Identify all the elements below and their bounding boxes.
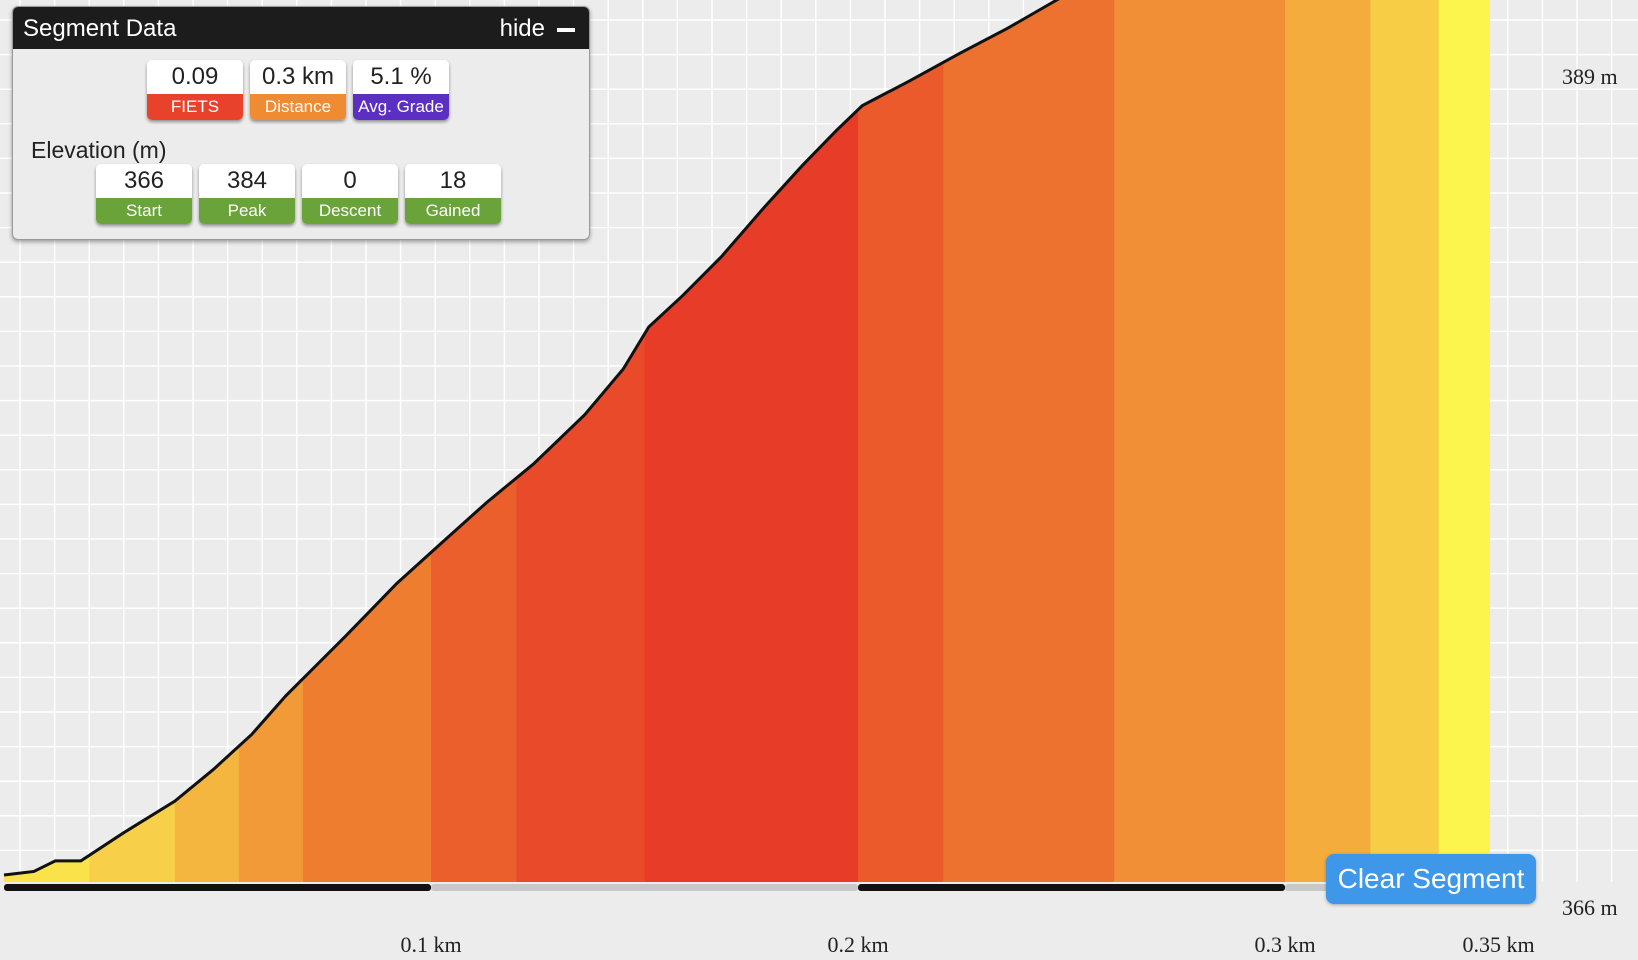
- x-tick-label-1: 0.2 km: [827, 932, 888, 957]
- y-tick-bottom: 366 m: [1562, 895, 1618, 920]
- grade-band-8: [858, 0, 944, 882]
- start-elevation-label: Start: [96, 198, 192, 224]
- gained-stat: 18 Gained: [405, 164, 501, 224]
- x-tick-label-0: 0.1 km: [400, 932, 461, 957]
- grade-band-7: [644, 0, 859, 882]
- descent-label: Descent: [302, 198, 398, 224]
- gained-value: 18: [405, 164, 501, 198]
- start-elevation-stat: 366 Start: [96, 164, 192, 224]
- fiets-value: 0.09: [147, 60, 243, 94]
- distance-band-0: [4, 884, 432, 891]
- grade-band-13: [1438, 0, 1490, 882]
- minus-icon: [557, 28, 575, 32]
- x-axis-ticks: 0.1 km 0.2 km 0.3 km 0.35 km: [400, 932, 1534, 957]
- avg-grade-value: 5.1 %: [353, 60, 449, 94]
- gained-label: Gained: [405, 198, 501, 224]
- summary-stats: 0.09 FIETS 0.3 km Distance 5.1 % Avg. Gr…: [147, 60, 449, 120]
- distance-band-2: [858, 884, 1286, 891]
- distance-stat: 0.3 km Distance: [250, 60, 346, 120]
- segment-panel-header: Segment Data hide: [13, 7, 589, 49]
- distance-scale-bar: [4, 884, 1490, 891]
- grade-band-9: [943, 0, 1115, 882]
- x-tick-label-3: 0.35 km: [1462, 932, 1534, 957]
- x-tick-label-2: 0.3 km: [1254, 932, 1315, 957]
- peak-elevation-label: Peak: [199, 198, 295, 224]
- segment-data-panel: Segment Data hide 0.09 FIETS 0.3 km Dist…: [12, 6, 590, 240]
- elevation-heading: Elevation (m): [31, 137, 167, 163]
- hide-panel-button[interactable]: hide: [500, 15, 575, 43]
- y-tick-top: 389 m: [1562, 64, 1618, 89]
- segment-panel-title: Segment Data: [23, 15, 177, 42]
- hide-label: hide: [499, 15, 545, 42]
- start-elevation-value: 366: [96, 164, 192, 198]
- peak-elevation-value: 384: [199, 164, 295, 198]
- grade-band-12: [1370, 0, 1440, 882]
- descent-value: 0: [302, 164, 398, 198]
- elevation-stats: 366 Start 384 Peak 0 Descent 18 Gained: [96, 164, 501, 224]
- grade-band-11: [1285, 0, 1371, 882]
- peak-elevation-stat: 384 Peak: [199, 164, 295, 224]
- grade-band-10: [1114, 0, 1286, 882]
- clear-segment-button[interactable]: Clear Segment: [1326, 854, 1536, 904]
- avg-grade-label: Avg. Grade: [353, 94, 449, 120]
- descent-stat: 0 Descent: [302, 164, 398, 224]
- distance-band-1: [431, 884, 859, 891]
- distance-value: 0.3 km: [250, 60, 346, 94]
- fiets-stat: 0.09 FIETS: [147, 60, 243, 120]
- avg-grade-stat: 5.1 % Avg. Grade: [353, 60, 449, 120]
- distance-label: Distance: [250, 94, 346, 120]
- fiets-label: FIETS: [147, 94, 243, 120]
